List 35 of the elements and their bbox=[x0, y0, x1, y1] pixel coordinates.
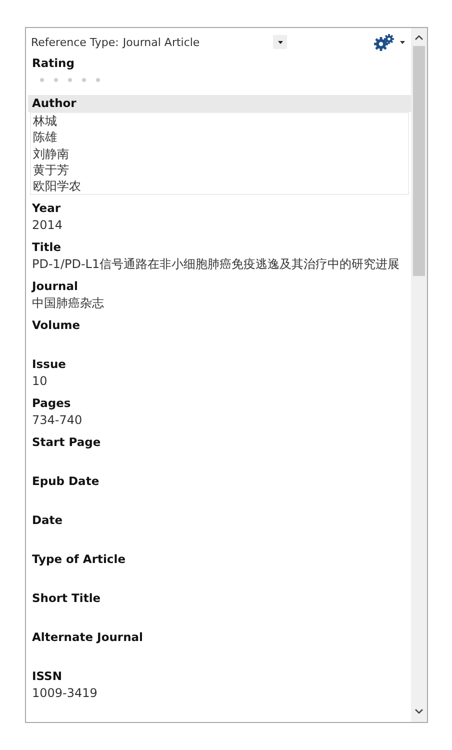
field-value[interactable]: 10 bbox=[28, 373, 404, 390]
author-name: 林城 bbox=[32, 113, 58, 130]
field-label: Year bbox=[31, 200, 62, 218]
field-label: ISSN bbox=[31, 668, 63, 686]
field-value[interactable]: PD-1/PD-L1信号通路在非小细胞肺癌免疫逃逸及其治疗中的研究进展 bbox=[28, 256, 404, 274]
caret-icon bbox=[278, 40, 282, 44]
scrollbar[interactable] bbox=[411, 28, 427, 722]
field-label: Author bbox=[28, 95, 411, 112]
caret-icon bbox=[400, 40, 405, 44]
field-label: Journal bbox=[30, 278, 79, 296]
scroll-thumb[interactable] bbox=[413, 46, 425, 276]
scroll-down-icon bbox=[415, 708, 423, 714]
scroll-up-icon bbox=[415, 34, 423, 40]
field-label: Alternate Journal bbox=[31, 629, 144, 646]
author-name: 陈雄 bbox=[32, 129, 58, 146]
field-label: Issue bbox=[31, 356, 67, 374]
field-value[interactable]: 中国肺癌杂志 bbox=[28, 295, 404, 312]
field-label: Date bbox=[31, 512, 64, 530]
field-value[interactable]: 2014 bbox=[28, 217, 404, 234]
field-value[interactable]: 1009-3419 bbox=[28, 685, 404, 702]
author-name: 黄于芳 bbox=[32, 162, 70, 178]
field-label: Pages bbox=[31, 395, 72, 412]
author-name: 欧阳学农 bbox=[32, 178, 82, 194]
field-value[interactable]: 734-740 bbox=[28, 412, 404, 430]
field-label: Epub Date bbox=[31, 473, 100, 490]
settings-icon bbox=[374, 33, 396, 51]
rating-label: Rating bbox=[31, 55, 76, 72]
author-list[interactable]: 林城 陈雄 刘静南 黄于芳 欧阳学农 bbox=[30, 112, 409, 196]
field-label: Start Page bbox=[31, 434, 102, 452]
field-label: Title bbox=[31, 239, 62, 256]
field-label: Type of Article bbox=[31, 551, 126, 568]
field-label: Volume bbox=[31, 317, 82, 334]
author-name: 刘静南 bbox=[32, 146, 70, 162]
field-label: Short Title bbox=[31, 590, 102, 608]
settings-button[interactable] bbox=[374, 33, 405, 51]
